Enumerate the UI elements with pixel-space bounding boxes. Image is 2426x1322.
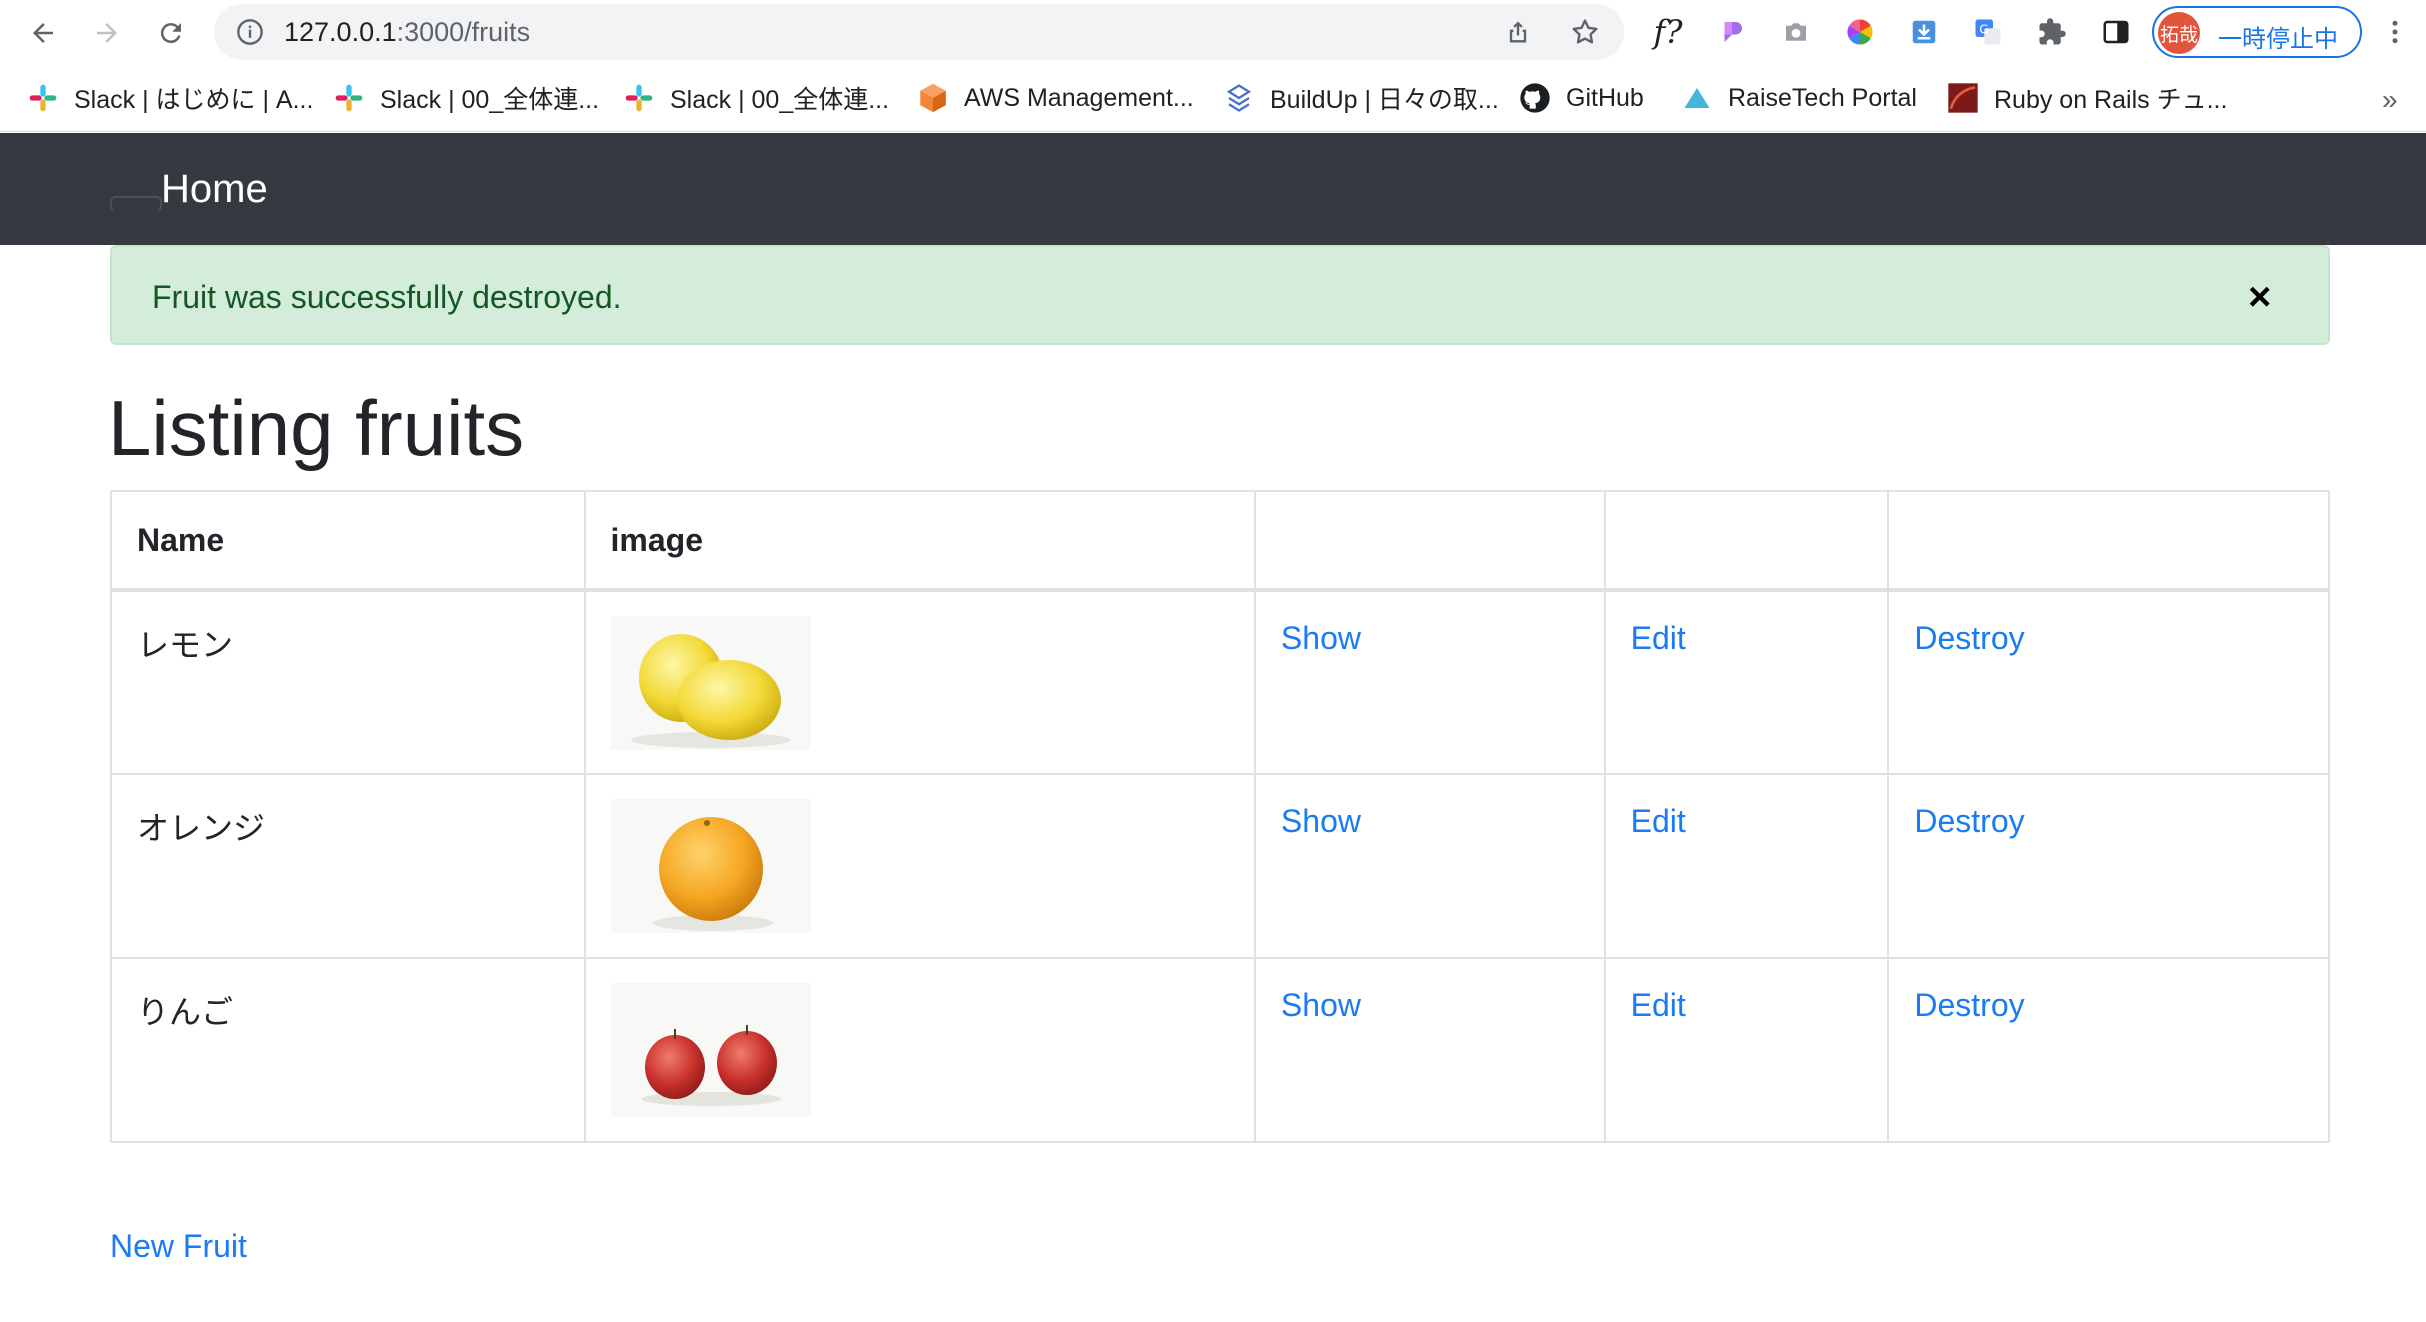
- bookmark-label: Slack | 00_全体連...: [380, 86, 600, 114]
- navbar-toggler-button[interactable]: [110, 196, 162, 212]
- lemon-image: [610, 616, 811, 750]
- destroy-cell: Destroy: [1887, 957, 2330, 1143]
- fruit-image-cell: [583, 957, 1256, 1143]
- edit-cell: Edit: [1603, 589, 1890, 775]
- extensions-puzzle-icon[interactable]: [2032, 12, 2072, 52]
- bookmark-slack-3[interactable]: Slack | 00_全体連...: [622, 80, 889, 116]
- fruit-name-cell: オレンジ: [110, 773, 586, 959]
- font-finder-label: f?: [1653, 13, 1683, 51]
- show-link[interactable]: Show: [1281, 987, 1361, 1023]
- bookmark-label: Slack | はじめに | A...: [74, 86, 314, 114]
- download-extension-icon[interactable]: [1904, 12, 1944, 52]
- bookmark-github[interactable]: GitHub: [1518, 80, 1644, 116]
- browser-toolbar: 127.0.0.1:3000/fruits f? G 拓哉 一時停止中: [0, 0, 2426, 66]
- column-header-image: image: [583, 490, 1256, 592]
- profile-status-label: 一時停止中: [2218, 26, 2338, 53]
- svg-text:G: G: [1979, 21, 1989, 36]
- slack-icon: [332, 81, 366, 115]
- column-header-name: Name: [110, 490, 586, 592]
- bookmark-label: RaiseTech Portal: [1728, 83, 1917, 112]
- fruit-image-cell: [583, 773, 1256, 959]
- bookmark-star-icon[interactable]: [1569, 16, 1601, 53]
- google-translate-extension-icon[interactable]: G: [1968, 12, 2008, 52]
- orange-image: [610, 799, 811, 933]
- url-text[interactable]: 127.0.0.1:3000/fruits: [284, 17, 530, 48]
- github-icon: [1518, 81, 1552, 115]
- table-row: レモン Show Edit Destroy: [110, 589, 2330, 775]
- reload-button[interactable]: [148, 10, 194, 56]
- new-fruit-link[interactable]: New Fruit: [110, 1228, 247, 1265]
- fruit-name-cell: レモン: [110, 589, 586, 775]
- bookmark-label: Ruby on Rails チュ...: [1994, 86, 2228, 114]
- edit-cell: Edit: [1603, 773, 1890, 959]
- share-icon[interactable]: [1504, 17, 1532, 52]
- buildup-icon: [1222, 81, 1256, 115]
- edit-link[interactable]: Edit: [1631, 803, 1686, 839]
- column-header-show: [1253, 490, 1606, 592]
- edit-cell: Edit: [1603, 957, 1890, 1143]
- flash-alert: Fruit was successfully destroyed. ×: [110, 245, 2330, 345]
- aws-icon: [916, 81, 950, 115]
- slack-icon: [622, 81, 656, 115]
- bookmark-slack-2[interactable]: Slack | 00_全体連...: [332, 80, 599, 116]
- alert-close-button[interactable]: ×: [2248, 277, 2271, 317]
- back-button[interactable]: [20, 10, 66, 56]
- bookmark-label: GitHub: [1566, 83, 1644, 112]
- fruit-image-cell: [583, 589, 1256, 775]
- raisetech-icon: [1680, 81, 1714, 115]
- show-cell: Show: [1253, 589, 1606, 775]
- page-title: Listing fruits: [108, 384, 525, 472]
- destroy-link[interactable]: Destroy: [1914, 803, 2024, 839]
- fruits-table: Name image レモン Show Edit Destroy オレンジ Sh…: [110, 490, 2330, 1143]
- back-arrow-icon: [33, 23, 53, 43]
- fruit-name-cell: りんご: [110, 957, 586, 1143]
- column-header-destroy: [1887, 490, 2330, 592]
- bookmark-rails[interactable]: Ruby on Rails チュ...: [1946, 80, 2227, 116]
- show-cell: Show: [1253, 957, 1606, 1143]
- destroy-link[interactable]: Destroy: [1914, 987, 2024, 1023]
- bookmark-buildup[interactable]: BuildUp | 日々の取...: [1222, 80, 1499, 116]
- destroy-cell: Destroy: [1887, 773, 2330, 959]
- bookmark-slack-1[interactable]: Slack | はじめに | A...: [26, 80, 313, 116]
- camera-extension-icon[interactable]: [1776, 12, 1816, 52]
- show-cell: Show: [1253, 773, 1606, 959]
- column-header-edit: [1603, 490, 1890, 592]
- purple-extension-icon[interactable]: [1712, 12, 1752, 52]
- site-info-icon[interactable]: [236, 18, 264, 51]
- bookmarks-overflow-icon[interactable]: »: [2382, 84, 2398, 116]
- rails-icon: [1946, 81, 1980, 115]
- url-host: 127.0.0.1: [284, 17, 397, 47]
- forward-button[interactable]: [84, 10, 130, 56]
- app-navbar: Home: [0, 133, 2426, 245]
- profile-button[interactable]: 拓哉 一時停止中: [2152, 6, 2362, 58]
- slack-icon: [26, 81, 60, 115]
- table-header-row: Name image: [110, 490, 2330, 592]
- bookmark-raisetech[interactable]: RaiseTech Portal: [1680, 80, 1917, 116]
- forward-arrow-icon: [97, 23, 117, 43]
- destroy-link[interactable]: Destroy: [1914, 620, 2024, 656]
- color-wheel-extension-icon[interactable]: [1840, 12, 1880, 52]
- edit-link[interactable]: Edit: [1631, 987, 1686, 1023]
- url-path: :3000/fruits: [396, 17, 531, 47]
- bookmark-aws[interactable]: AWS Management...: [916, 80, 1194, 116]
- reload-icon: [160, 23, 181, 44]
- profile-avatar: 拓哉: [2158, 12, 2200, 54]
- side-panel-icon[interactable]: [2096, 12, 2136, 52]
- destroy-cell: Destroy: [1887, 589, 2330, 775]
- edit-link[interactable]: Edit: [1631, 620, 1686, 656]
- alert-message: Fruit was successfully destroyed.: [152, 279, 622, 315]
- navbar-brand-home[interactable]: Home: [161, 167, 268, 212]
- bookmark-label: Slack | 00_全体連...: [670, 86, 890, 114]
- browser-menu-icon[interactable]: [2380, 14, 2410, 55]
- show-link[interactable]: Show: [1281, 620, 1361, 656]
- address-bar[interactable]: 127.0.0.1:3000/fruits: [214, 4, 1624, 60]
- bookmark-label: AWS Management...: [964, 83, 1194, 112]
- show-link[interactable]: Show: [1281, 803, 1361, 839]
- bookmarks-bar: Slack | はじめに | A... Slack | 00_全体連... Sl…: [0, 66, 2426, 132]
- table-row: りんご Show Edit Destroy: [110, 957, 2330, 1143]
- table-row: オレンジ Show Edit Destroy: [110, 773, 2330, 959]
- apple-image: [610, 983, 811, 1117]
- bookmark-label: BuildUp | 日々の取...: [1270, 86, 1499, 114]
- font-finder-extension-icon[interactable]: f?: [1648, 12, 1688, 52]
